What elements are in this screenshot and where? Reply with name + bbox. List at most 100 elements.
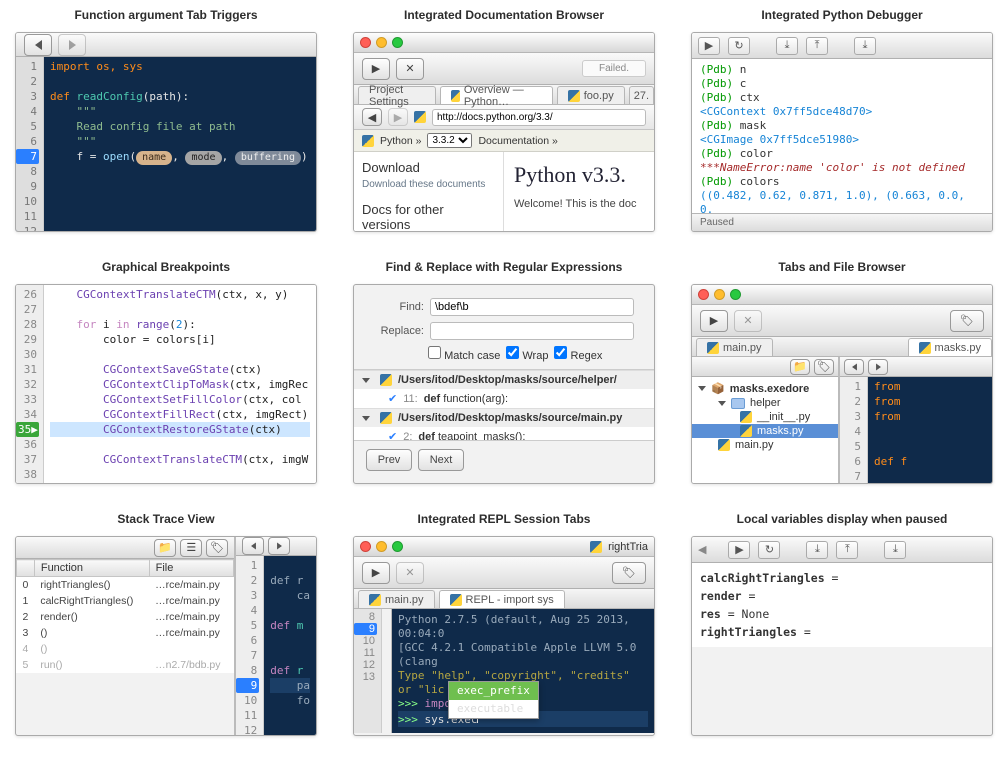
replace-label: Replace: <box>374 325 424 337</box>
line-gutter[interactable]: 26272829303132333435▶363738394041 <box>16 285 44 484</box>
tab-masks[interactable]: masks.py <box>908 338 992 356</box>
tag-button[interactable]: 🏷 <box>950 310 984 332</box>
panel-title: Function argument Tab Triggers <box>14 8 318 22</box>
line-gutter: 123456 78910111213 <box>16 57 44 232</box>
local-variable: render = <box>700 587 984 605</box>
tab-more[interactable]: 27. <box>629 86 654 104</box>
tag-icon[interactable]: 🏷 <box>814 359 834 375</box>
code-area[interactable]: def r ca def m def r pa fo <box>264 556 316 736</box>
python-icon <box>450 594 462 606</box>
code-area[interactable]: import os, sys def readConfig(path): """… <box>44 57 316 232</box>
nav-back-button[interactable] <box>242 537 264 555</box>
url-bar[interactable] <box>432 109 646 126</box>
tab-foo[interactable]: foo.py <box>557 86 625 104</box>
tree-file: __init__.py <box>692 410 838 424</box>
next-button[interactable]: Next <box>418 449 464 471</box>
tree-file: main.py <box>692 438 838 452</box>
search-results[interactable]: /Users/itod/Desktop/masks/source/helper/… <box>354 369 654 441</box>
tab-main[interactable]: main.py <box>358 590 435 608</box>
stack-frame-row[interactable]: 5run()…n2.7/bdb.py <box>17 657 234 673</box>
dbg-continue-button[interactable]: ▶ <box>698 37 720 55</box>
python-icon <box>919 342 931 354</box>
matchcase-checkbox[interactable]: Match case <box>428 346 500 362</box>
play-button[interactable]: ▶ <box>700 310 728 332</box>
local-variable: calcRightTriangles = <box>700 569 984 587</box>
regex-checkbox[interactable]: Regex <box>554 346 602 362</box>
nav-fwd-button[interactable] <box>58 34 86 56</box>
window-traffic-lights[interactable] <box>698 289 741 300</box>
stack-frame-row[interactable]: 4() <box>17 641 234 657</box>
debugger-console[interactable]: (Pdb) n(Pdb) c(Pdb) ctx<CGContext 0x7ff5… <box>692 59 992 215</box>
tab-main[interactable]: main.py <box>696 338 773 356</box>
replace-input[interactable] <box>430 322 634 340</box>
tab-project-settings[interactable]: Project Settings <box>358 86 436 104</box>
nav-fwd-button[interactable] <box>268 537 290 555</box>
find-label: Find: <box>374 301 424 313</box>
stop-button[interactable]: ✕ <box>396 58 424 80</box>
browser-back[interactable]: ◀ <box>362 108 382 126</box>
version-select[interactable]: 3.3.2 <box>427 133 472 148</box>
dbg-step-in-button[interactable]: ⤓ <box>776 37 798 55</box>
file-tree[interactable]: 📦 masks.exedore helper __init__.py masks… <box>692 377 838 484</box>
stack-frame-row[interactable]: 3()…rce/main.py <box>17 625 234 641</box>
dbg-step-in-button[interactable]: ⤓ <box>806 541 828 559</box>
completion-item[interactable]: executable <box>449 700 538 718</box>
dbg-continue-button[interactable]: ▶ <box>728 541 750 559</box>
find-input[interactable] <box>430 298 634 316</box>
tab-repl[interactable]: REPL - import sys <box>439 590 565 608</box>
tag-button[interactable]: 🏷 <box>612 562 646 584</box>
sidebar-heading: Download <box>362 160 495 175</box>
completion-item[interactable]: exec_prefix <box>449 682 538 700</box>
stack-frame-row[interactable]: 0rightTriangles()…rce/main.py <box>17 577 234 594</box>
tab-overview[interactable]: Overview — Python… <box>440 86 553 104</box>
tree-folder: helper <box>692 396 838 410</box>
line-gutter: 1234567 <box>840 377 868 484</box>
folder-icon[interactable]: 📁 <box>154 539 176 557</box>
sidebar-link[interactable]: Download these documents <box>362 179 495 190</box>
repl-area[interactable]: Python 2.7.5 (default, Aug 25 2013, 00:0… <box>392 609 654 733</box>
tag-icon[interactable]: 🏷 <box>206 539 228 557</box>
dbg-step-over-button[interactable]: ⤒ <box>836 541 858 559</box>
nav-back-button[interactable] <box>844 359 864 375</box>
stack-frame-row[interactable]: 1calcRightTriangles()…rce/main.py <box>17 593 234 609</box>
breadcrumb[interactable]: Documentation » <box>478 135 557 147</box>
python-icon <box>451 90 460 102</box>
play-button[interactable]: ▶ <box>362 562 390 584</box>
breadcrumb[interactable]: Python » <box>380 135 421 147</box>
python-icon <box>707 342 719 354</box>
debugger-status: Paused <box>700 217 734 228</box>
folder-icon <box>731 398 745 409</box>
stack-frame-row[interactable]: 2render()…rce/main.py <box>17 609 234 625</box>
window-traffic-lights[interactable] <box>360 541 403 552</box>
stop-button[interactable]: ✕ <box>396 562 424 584</box>
screenshot-3: ▶ ↻ ⤓ ⤒ ⤓ (Pdb) n(Pdb) c(Pdb) ctx<CGCont… <box>691 32 993 232</box>
dbg-step-over-button[interactable]: ⤒ <box>806 37 828 55</box>
screenshot-2: ▶ ✕ Failed. Project Settings Overview — … <box>353 32 655 232</box>
folder-icon[interactable]: 📁 <box>790 359 810 375</box>
panel-title: Local variables display when paused <box>690 512 994 526</box>
browser-fwd[interactable]: ▶ <box>388 108 408 126</box>
wrap-checkbox[interactable]: Wrap <box>506 346 548 362</box>
dbg-restart-button[interactable]: ↻ <box>758 541 780 559</box>
dbg-pause-button[interactable]: ↻ <box>728 37 750 55</box>
stack-table[interactable]: FunctionFile 0rightTriangles()…rce/main.… <box>16 559 234 673</box>
arg-bubble-buffering[interactable]: buffering <box>235 151 301 165</box>
code-area[interactable]: CGContextTranslateCTM(ctx, x, y) for i i… <box>44 285 316 484</box>
arg-bubble-name[interactable]: name <box>136 151 172 165</box>
python-icon <box>369 594 381 606</box>
play-button[interactable]: ▶ <box>362 58 390 80</box>
dbg-step-out-button[interactable]: ⤓ <box>854 37 876 55</box>
window-traffic-lights[interactable] <box>360 37 403 48</box>
panel-title: Stack Trace View <box>14 512 318 526</box>
panel-title: Integrated Documentation Browser <box>352 8 656 22</box>
nav-fwd-button[interactable] <box>868 359 888 375</box>
nav-back-button[interactable] <box>24 34 52 56</box>
line-gutter: 12345678910111213 <box>236 556 264 736</box>
list-icon[interactable]: ☰ <box>180 539 202 557</box>
code-area[interactable]: from from from def f <box>868 377 992 484</box>
completion-popup[interactable]: exec_prefix executable <box>448 681 539 719</box>
dbg-step-out-button[interactable]: ⤓ <box>884 541 906 559</box>
arg-bubble-mode[interactable]: mode <box>185 151 221 165</box>
stop-button[interactable]: ✕ <box>734 310 762 332</box>
prev-button[interactable]: Prev <box>366 449 412 471</box>
